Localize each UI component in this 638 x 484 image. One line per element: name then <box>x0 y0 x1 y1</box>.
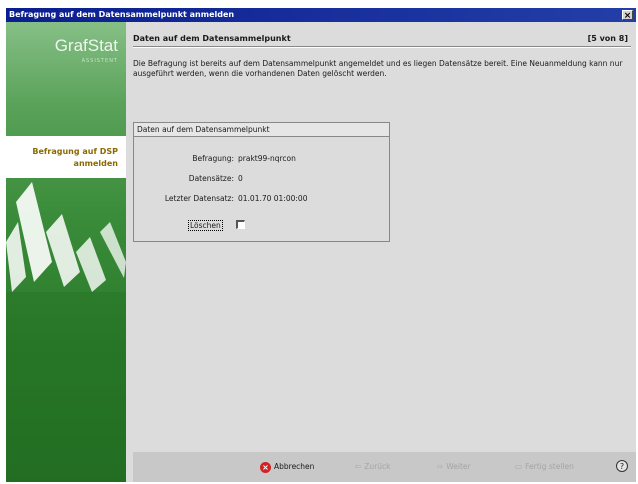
last-record-label: Letzter Datensatz: <box>164 194 234 203</box>
cancel-icon: × <box>260 461 271 473</box>
records-label: Datensätze: <box>188 174 234 183</box>
delete-label[interactable]: Löschen <box>188 220 223 231</box>
panel-description: Die Befragung ist bereits auf dem Datens… <box>133 59 623 78</box>
close-icon[interactable]: × <box>622 10 633 21</box>
arrow-left-icon: ⇦ <box>355 462 362 471</box>
back-label: Zurück <box>364 462 391 471</box>
window-title: Befragung auf dem Datensammelpunkt anmel… <box>9 10 235 19</box>
delete-checkbox[interactable] <box>236 220 245 229</box>
brand-logo: GrafStat <box>54 36 118 55</box>
cancel-label: Abbrechen <box>274 462 315 471</box>
cancel-button[interactable]: × Abbrechen <box>260 461 314 473</box>
wizard-window: Befragung auf dem Datensammelpunkt anmel… <box>6 8 636 482</box>
step-counter: [5 von 8] <box>587 34 628 43</box>
next-label: Weiter <box>446 462 471 471</box>
bar-graphic-icon <box>6 182 126 482</box>
next-button[interactable]: ⇨ Weiter <box>437 461 471 473</box>
survey-value: prakt99-nqrcon <box>238 154 296 163</box>
document-icon: ▭ <box>515 462 523 471</box>
header-divider <box>133 46 631 48</box>
group-title: Daten auf dem Datensammelpunkt <box>134 123 389 137</box>
dsp-data-group: Daten auf dem Datensammelpunkt Befragung… <box>133 122 390 242</box>
button-bar: × Abbrechen ⇦ Zurück ⇨ Weiter ▭ Fertig s… <box>133 452 636 482</box>
wizard-sidebar: GrafStat ASSISTENT Befragung auf DSP anm… <box>6 22 126 482</box>
survey-label: Befragung: <box>192 154 234 163</box>
window-titlebar[interactable]: Befragung auf dem Datensammelpunkt anmel… <box>6 8 636 22</box>
records-value: 0 <box>238 174 243 183</box>
last-record-value: 01.01.70 01:00:00 <box>238 194 308 203</box>
finish-label: Fertig stellen <box>525 462 574 471</box>
help-icon[interactable]: ? <box>616 460 628 472</box>
current-step-label: Befragung auf DSP anmelden <box>6 136 126 178</box>
arrow-right-icon: ⇨ <box>437 462 444 471</box>
brand-subtitle: ASSISTENT <box>81 58 118 64</box>
panel-title: Daten auf dem Datensammelpunkt <box>133 34 291 43</box>
finish-button[interactable]: ▭ Fertig stellen <box>515 461 574 473</box>
back-button[interactable]: ⇦ Zurück <box>355 461 391 473</box>
